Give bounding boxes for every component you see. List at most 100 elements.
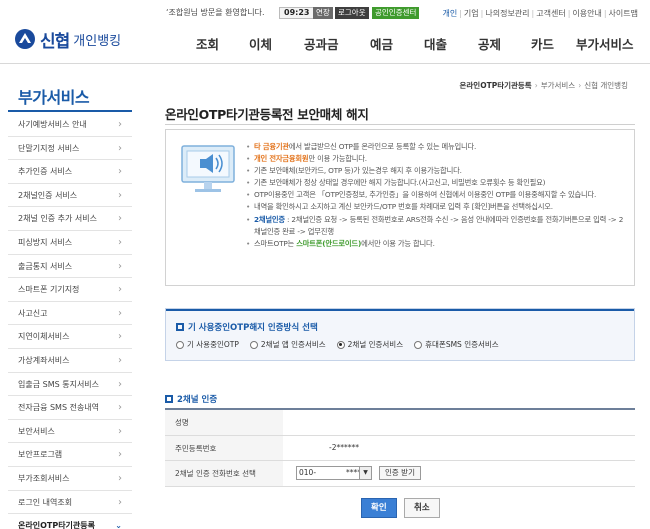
confirm-button[interactable]: 확인 (361, 498, 397, 518)
title-divider (165, 124, 635, 125)
gnb-divider (0, 63, 650, 64)
gnb-menu-mutual-aid[interactable]: 공제 (478, 34, 501, 53)
sidebar-item-label: 사기예방서비스 안내 (18, 120, 87, 129)
notice-item: 스마트OTP는 스마트폰(안드로이드)에서만 이용 가능 합니다. (246, 238, 626, 250)
gnb-menu-inquiry[interactable]: 조회 (196, 34, 219, 53)
chevron-right-icon: › (118, 402, 122, 414)
util-link-guide[interactable]: 이용안내 (572, 9, 601, 18)
sidebar-item-label: 사고신고 (18, 308, 48, 318)
phone-select-cell: 010- **** ▼ 인증 받기 (283, 461, 635, 486)
sidebar-item-label: 2채널인증 서비스 (18, 190, 78, 200)
chevron-down-icon[interactable]: ▼ (359, 467, 371, 480)
sidebar-item-label: 온라인OTP타기관등록 (18, 521, 96, 529)
chevron-right-icon: › (118, 189, 122, 201)
auth-method-option-label: 2채널 인증서비스 (347, 340, 404, 349)
logo[interactable]: 신협 개인뱅킹 (14, 27, 122, 52)
sidebar-item[interactable]: 로그인 내역조회 › (8, 491, 132, 515)
logo-sub-text: 개인뱅킹 (73, 33, 122, 49)
util-link-myinfo[interactable]: 나의정보관리 (485, 9, 529, 18)
breadcrumb-parent[interactable]: 부가서비스 (541, 81, 576, 90)
sidebar-item[interactable]: 입출금 SMS 통지서비스 › (8, 373, 132, 397)
sidebar-item-label: 2채널 인증 추가 서비스 (18, 214, 97, 224)
sidebar-item[interactable]: 사기예방서비스 안내 › (8, 113, 132, 137)
sidebar-title-underline (8, 110, 132, 112)
sidebar-item[interactable]: 가상계좌서비스 › (8, 349, 132, 373)
notice-item: 기존 보안매체가 정상 상태일 경우에만 해지 가능합니다.(사고신고, 비밀번… (246, 177, 626, 189)
session-timer: 09:23 (279, 7, 315, 19)
sidebar-item[interactable]: 출금통지 서비스 › (8, 255, 132, 279)
radio-button[interactable] (249, 340, 258, 349)
radio-button[interactable] (414, 340, 423, 349)
cancel-button[interactable]: 취소 (404, 498, 440, 518)
sidebar-item-label: 부가조회서비스 (18, 473, 70, 483)
chevron-right-icon: › (118, 472, 122, 484)
session-extend-button[interactable]: 연장 (313, 7, 333, 19)
radio-button[interactable] (336, 340, 345, 349)
chevron-right-icon: › (118, 331, 122, 343)
sidebar-item-label: 전자금융 SMS 전송내역 (18, 403, 100, 413)
auth-method-option[interactable]: 2채널 앱 인증서비스 (249, 339, 326, 350)
gnb-menu-deposit[interactable]: 예금 (370, 34, 393, 53)
cert-center-button[interactable]: 공인인증센터 (372, 7, 420, 19)
resident-number-value: -2****** (283, 436, 635, 461)
sidebar-item[interactable]: 추가인증 서비스 › (8, 160, 132, 184)
auth-method-option-label: 기 사용중인OTP (187, 340, 239, 349)
section-square-icon (176, 323, 184, 331)
resident-number-label: 주민등록번호 (165, 435, 283, 460)
gnb-menu-loan[interactable]: 대출 (424, 34, 447, 53)
auth-method-option[interactable]: 휴대폰SMS 인증서비스 (414, 339, 499, 350)
breadcrumb-current: 온라인OTP타기관등록 (459, 81, 532, 90)
util-link-customer-center[interactable]: 고객센터 (536, 9, 565, 18)
top-utility-bar: ‘조합원님 방문을 환영합니다. 09:23 연장 로그아웃 공인인증센터 개인… (0, 0, 650, 22)
radio-button[interactable] (176, 340, 184, 349)
sidebar-item-label: 보안프로그램 (18, 450, 63, 460)
name-value (283, 410, 635, 435)
sidebar-item[interactable]: 보안서비스 › (8, 420, 132, 444)
sidebar-item[interactable]: 피싱방지 서비스 › (8, 231, 132, 255)
sidebar-item[interactable]: 사고신고 › (8, 302, 132, 326)
info-box: 타 금융기관에서 발급받으신 OTP를 온라인으로 등록할 수 있는 메뉴입니다… (165, 129, 635, 286)
page-title: 온라인OTP타기관등록전 보안매체 해지 (165, 107, 369, 122)
sidebar-item-label: 가상계좌서비스 (18, 355, 70, 365)
sidebar-item[interactable]: 보안프로그램 › (8, 443, 132, 467)
chevron-right-icon: › (118, 354, 122, 366)
chevron-right-icon: › (118, 378, 122, 390)
sidebar-item[interactable]: 2채널인증 서비스 › (8, 184, 132, 208)
gnb-menu-transfer[interactable]: 이체 (249, 34, 272, 53)
request-auth-button[interactable]: 인증 받기 (379, 466, 421, 481)
table-row: 성명 (165, 410, 635, 436)
chevron-right-icon: › (118, 166, 122, 178)
gnb-menu-utility-bills[interactable]: 공과금 (304, 34, 339, 53)
notice-item: OTP이용중인 고객은 「OTP인증정보, 추가인증」을 이용하여 신협에서 이… (246, 189, 626, 201)
table-row: 2채널 인증 전화번호 선택 010- **** ▼ 인증 받기 (165, 461, 635, 487)
sidebar-title: 부가서비스 (18, 88, 90, 107)
sidebar-item[interactable]: 온라인OTP타기관등록 ⌄ (8, 514, 132, 529)
sidebar-item-label: 피싱방지 서비스 (18, 237, 73, 247)
chevron-right-icon: › (118, 425, 122, 437)
notice-item: 2채널인증 : 2채널인증 요청 -> 등록된 전화번호로 ARS전화 수신 -… (246, 214, 626, 238)
gnb-menu-additional-services[interactable]: 부가서비스 (576, 34, 634, 53)
logo-brand-text: 신협 (40, 31, 70, 52)
auth-method-option[interactable]: 기 사용중인OTP (176, 339, 239, 350)
auth-method-option[interactable]: 2채널 인증서비스 (336, 339, 404, 350)
sidebar-item[interactable]: 부가조회서비스 › (8, 467, 132, 491)
sidebar-item[interactable]: 전자금융 SMS 전송내역 › (8, 396, 132, 420)
notice-item: 기존 보안매체(보안카드, OTP 등)가 있는경우 해지 후 이용가능합니다. (246, 165, 626, 177)
chevron-right-icon: › (118, 496, 122, 508)
logout-button[interactable]: 로그아웃 (335, 7, 369, 19)
sidebar-item[interactable]: 스마트폰 기기지정 › (8, 278, 132, 302)
sidebar-item[interactable]: 2채널 인증 추가 서비스 › (8, 207, 132, 231)
sidebar-item[interactable]: 지연이체서비스 › (8, 325, 132, 349)
sidebar-item-label: 입출금 SMS 통지서비스 (18, 379, 100, 389)
gnb-menu-card[interactable]: 카드 (531, 34, 554, 53)
sidebar: 사기예방서비스 안내 › 단말기지정 서비스 › 추가인증 서비스 › 2채널인증 서비스 ›… (8, 113, 132, 529)
util-link-personal[interactable]: 개인 (442, 9, 457, 18)
sidebar-item[interactable]: 단말기지정 서비스 › (8, 137, 132, 161)
util-link-sitemap[interactable]: 사이트맵 (609, 9, 638, 18)
breadcrumb-root[interactable]: 신협 개인뱅킹 (584, 81, 628, 90)
util-link-corporate[interactable]: 기업 (464, 9, 479, 18)
chevron-down-icon: ⌄ (115, 521, 122, 529)
two-channel-auth-heading: 2채널 인증 (165, 393, 217, 405)
chevron-right-icon: › (118, 260, 122, 272)
phone-number-select[interactable]: 010- **** ▼ (296, 466, 372, 481)
